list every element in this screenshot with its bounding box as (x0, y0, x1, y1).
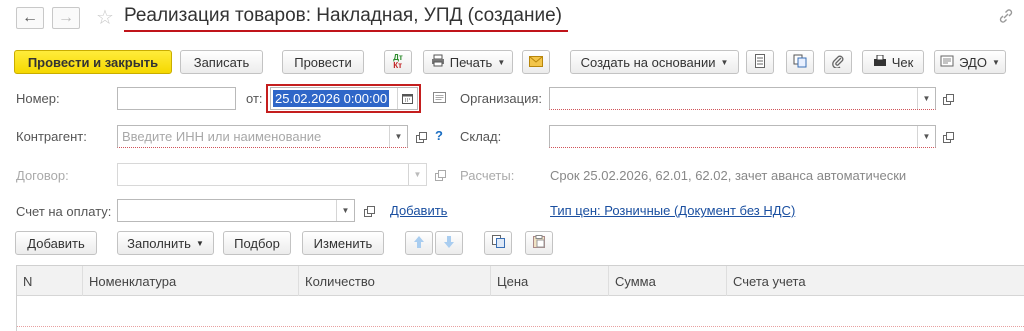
settlements-label: Расчеты: (460, 168, 515, 183)
column-header-n[interactable]: N (17, 266, 83, 296)
move-down-button[interactable] (435, 231, 463, 255)
open-icon[interactable] (413, 129, 429, 145)
create-based-on-button[interactable]: Создать на основании ▼ (570, 50, 739, 74)
dt-kt-button[interactable]: Дт Кт (384, 50, 412, 74)
change-button[interactable]: Изменить (302, 231, 384, 255)
invoice-label: Счет на оплату: (16, 204, 112, 219)
column-header-price[interactable]: Цена (491, 266, 609, 296)
copy-icon (491, 235, 505, 251)
printer-icon (431, 54, 445, 70)
structure-icon (793, 54, 807, 71)
add-invoice-link[interactable]: Добавить (390, 203, 447, 218)
list-button[interactable] (746, 50, 774, 74)
paste-icon (533, 235, 545, 251)
organization-field[interactable]: ▼ (549, 87, 936, 110)
edo-icon (940, 55, 954, 70)
column-header-accounts[interactable]: Счета учета (727, 266, 1024, 296)
fill-button[interactable]: Заполнить ▼ (117, 231, 214, 255)
contract-label: Договор: (16, 168, 69, 183)
save-button[interactable]: Записать (180, 50, 263, 74)
paste-row-button[interactable] (525, 231, 553, 255)
dropdown-arrow-icon[interactable]: ▼ (408, 164, 426, 185)
print-button[interactable]: Печать ▼ (423, 50, 513, 74)
dropdown-arrow-icon[interactable]: ▼ (917, 88, 935, 109)
column-header-nomenclature[interactable]: Номенклатура (83, 266, 299, 296)
table-header: N Номенклатура Количество Цена Сумма Сче… (17, 266, 1024, 296)
email-button[interactable] (522, 50, 550, 74)
chevron-down-icon: ▼ (195, 238, 204, 248)
link-icon[interactable] (998, 8, 1014, 28)
cash-register-icon (873, 54, 887, 70)
dropdown-arrow-icon[interactable]: ▼ (389, 126, 407, 147)
table-add-button[interactable]: Добавить (15, 231, 97, 255)
page-title: Реализация товаров: Накладная, УПД (созд… (124, 5, 562, 26)
title-underline (124, 30, 568, 32)
move-up-button[interactable] (405, 231, 433, 255)
warehouse-field[interactable]: ▼ (549, 125, 936, 148)
edo-button[interactable]: ЭДО ▼ (934, 50, 1006, 74)
number-field[interactable] (117, 87, 236, 110)
document-list-icon (755, 53, 765, 71)
settlements-info: Срок 25.02.2026, 62.01, 62.02, зачет ава… (550, 168, 907, 183)
post-and-close-button[interactable]: Провести и закрыть (14, 50, 172, 74)
table-empty-row-line (17, 326, 1024, 327)
help-icon[interactable]: ? (435, 128, 443, 143)
date-field[interactable]: 25.02.2026 0:00:00 (270, 87, 418, 110)
dropdown-arrow-icon[interactable]: ▼ (917, 126, 935, 147)
open-icon[interactable] (432, 167, 448, 183)
column-header-sum[interactable]: Сумма (609, 266, 727, 296)
envelope-icon (529, 55, 543, 70)
receipt-button[interactable]: Чек (862, 50, 924, 74)
calendar-icon[interactable] (397, 88, 417, 109)
counterparty-label: Контрагент: (16, 129, 87, 144)
forward-button[interactable]: → (52, 7, 80, 29)
post-button[interactable]: Провести (282, 50, 364, 74)
counterparty-field[interactable]: Введите ИНН или наименование ▼ (117, 125, 408, 148)
copy-row-button[interactable] (484, 231, 512, 255)
warehouse-label: Склад: (460, 129, 502, 144)
paperclip-icon (832, 54, 844, 71)
dt-kt-icon: Дт Кт (393, 53, 403, 70)
chevron-down-icon: ▼ (720, 57, 729, 67)
attach-button[interactable] (824, 50, 852, 74)
chevron-down-icon: ▼ (991, 57, 1000, 67)
date-value: 25.02.2026 0:00:00 (273, 90, 390, 107)
favorite-star-icon[interactable]: ☆ (96, 5, 114, 30)
open-icon[interactable] (940, 91, 956, 107)
open-icon[interactable] (361, 203, 377, 219)
price-type-link[interactable]: Тип цен: Розничные (Документ без НДС) (550, 203, 795, 218)
number-label: Номер: (16, 91, 60, 106)
arrow-left-icon: ← (22, 9, 38, 26)
contract-field[interactable]: ▼ (117, 163, 427, 186)
comment-icon[interactable] (433, 91, 446, 106)
structure-button[interactable] (786, 50, 814, 74)
arrow-right-icon: → (58, 9, 74, 26)
open-icon[interactable] (940, 129, 956, 145)
organization-label: Организация: (460, 91, 543, 106)
arrow-up-icon (414, 235, 424, 251)
pick-button[interactable]: Подбор (223, 231, 291, 255)
back-button[interactable]: ← (16, 7, 44, 29)
column-header-quantity[interactable]: Количество (299, 266, 491, 296)
dropdown-arrow-icon[interactable]: ▼ (336, 200, 354, 221)
arrow-down-icon (444, 235, 454, 251)
invoice-field[interactable]: ▼ (117, 199, 355, 222)
goods-table[interactable]: N Номенклатура Количество Цена Сумма Сче… (16, 265, 1024, 331)
chevron-down-icon: ▼ (497, 57, 506, 67)
date-from-label: от: (246, 91, 263, 106)
